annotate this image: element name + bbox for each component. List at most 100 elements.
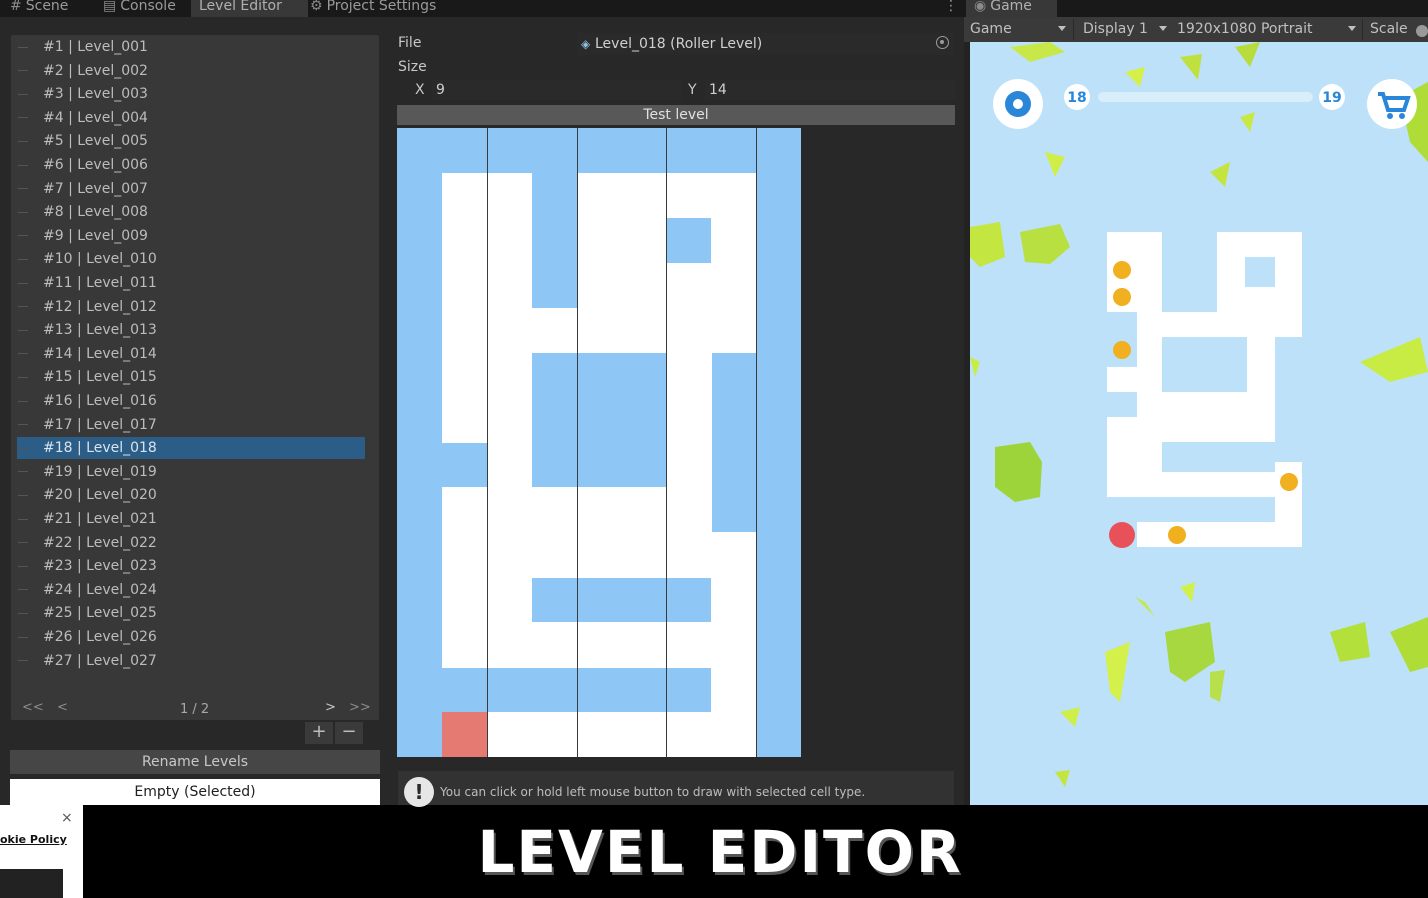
level-list-item[interactable]: #24 | Level_024 [17,579,365,601]
grid-cell-floor[interactable] [441,352,488,399]
grid-cell-floor[interactable] [486,712,533,758]
cookie-policy-link[interactable]: okie Policy [0,833,67,846]
grid-cell-floor[interactable] [486,577,533,623]
grid-cell-floor[interactable] [576,622,622,668]
grid-cell-floor[interactable] [486,352,533,399]
grid-cell-floor[interactable] [711,622,757,668]
level-list-item[interactable]: #5 | Level_005 [17,130,365,152]
grid-cell-start[interactable] [441,712,487,757]
level-list-item[interactable]: #15 | Level_015 [17,366,365,388]
level-list-item[interactable]: #3 | Level_003 [17,83,365,105]
level-list-item[interactable]: #18 | Level_018 [17,437,365,460]
grid-cell-floor[interactable] [486,262,533,309]
grid-cell-floor[interactable] [666,532,712,578]
level-grid[interactable] [397,128,801,758]
grid-cell-floor[interactable] [531,307,578,354]
level-list-item[interactable]: #17 | Level_017 [17,414,365,436]
grid-cell-floor[interactable] [666,487,712,533]
grid-cell-floor[interactable] [441,307,488,354]
grid-cell-floor[interactable] [576,217,622,264]
page-next-button[interactable]: > [325,700,336,715]
grid-cell-floor[interactable] [621,217,667,264]
shop-button[interactable] [1367,79,1417,129]
tab-menu-icon[interactable]: ⋮ [936,0,966,17]
resolution-dropdown[interactable]: 1920x1080 Portrait [1177,21,1312,37]
grid-cell-floor[interactable] [666,397,712,443]
tab-game[interactable]: ◉ Game [966,0,1057,17]
grid-cell-floor[interactable] [531,487,578,533]
grid-cell-floor[interactable] [531,622,578,668]
grid-cell-floor[interactable] [531,712,578,758]
grid-cell-floor[interactable] [441,622,488,668]
grid-cell-floor[interactable] [576,532,622,578]
grid-cell-floor[interactable] [576,262,622,309]
grid-cell-floor[interactable] [711,307,757,354]
grid-cell-floor[interactable] [576,712,622,758]
level-list-item[interactable]: #8 | Level_008 [17,201,365,223]
grid-cell-floor[interactable] [486,487,533,533]
rename-levels-button[interactable]: Rename Levels [10,750,380,774]
level-list-item[interactable]: #12 | Level_012 [17,296,365,318]
level-list-item[interactable]: #23 | Level_023 [17,555,365,577]
display-dropdown[interactable]: Display 1 [1083,21,1148,37]
grid-cell-floor[interactable] [486,307,533,354]
remove-level-button[interactable]: − [335,722,363,744]
level-list-item[interactable]: #16 | Level_016 [17,390,365,412]
level-list-item[interactable]: #26 | Level_026 [17,626,365,648]
tab-scene[interactable]: # Scene [2,0,76,17]
tab-project-settings[interactable]: ⚙ Project Settings [302,0,444,17]
grid-cell-floor[interactable] [621,622,667,668]
grid-cell-floor[interactable] [621,307,667,354]
game-mode-dropdown[interactable]: Game [970,21,1012,37]
level-list-item[interactable]: #9 | Level_009 [17,225,365,247]
grid-cell-floor[interactable] [576,487,622,533]
grid-cell-floor[interactable] [621,262,667,309]
grid-cell-floor[interactable] [441,262,488,309]
cell-type-empty-button[interactable]: Empty (Selected) [10,779,380,805]
level-list-item[interactable]: #11 | Level_011 [17,272,365,294]
grid-cell-floor[interactable] [666,712,712,758]
cookie-accept-button[interactable] [0,869,63,898]
level-list-item[interactable]: #7 | Level_007 [17,178,365,200]
grid-cell-floor[interactable] [486,622,533,668]
level-list-item[interactable]: #4 | Level_004 [17,107,365,129]
grid-cell-floor[interactable] [666,172,712,219]
level-list-item[interactable]: #22 | Level_022 [17,532,365,554]
grid-cell-floor[interactable] [441,172,488,219]
level-list-item[interactable]: #20 | Level_020 [17,484,365,506]
game-view[interactable]: 18 19 [970,42,1428,805]
grid-cell-floor[interactable] [666,622,712,668]
level-list-item[interactable]: #1 | Level_001 [17,36,365,58]
grid-cell-floor[interactable] [666,307,712,354]
level-list-item[interactable]: #19 | Level_019 [17,461,365,483]
grid-cell-floor[interactable] [711,532,757,578]
level-list-item[interactable]: #13 | Level_013 [17,319,365,341]
level-list-item[interactable]: #27 | Level_027 [17,650,365,672]
grid-cell-floor[interactable] [621,172,667,219]
grid-cell-floor[interactable] [621,712,667,758]
grid-cell-floor[interactable] [441,397,488,443]
scale-slider-knob[interactable] [1416,25,1428,37]
level-list-item[interactable]: #6 | Level_006 [17,154,365,176]
grid-cell-floor[interactable] [666,442,712,488]
page-last-button[interactable]: >> [349,700,371,715]
grid-cell-floor[interactable] [486,217,533,264]
grid-cell-floor[interactable] [711,577,757,623]
grid-cell-floor[interactable] [666,352,712,399]
level-list-item[interactable]: #10 | Level_010 [17,248,365,270]
grid-cell-floor[interactable] [576,172,622,219]
close-icon[interactable]: × [61,810,73,826]
add-level-button[interactable]: + [305,722,333,744]
grid-cell-floor[interactable] [576,307,622,354]
grid-cell-floor[interactable] [441,487,488,533]
grid-cell-floor[interactable] [486,442,533,488]
level-list-item[interactable]: #2 | Level_002 [17,60,365,82]
file-field[interactable]: ◈ Level_018 (Roller Level) [577,33,953,55]
grid-cell-floor[interactable] [486,532,533,578]
tab-level-editor[interactable]: Level Editor [191,0,308,17]
grid-cell-floor[interactable] [486,172,533,219]
grid-cell-floor[interactable] [711,667,757,713]
grid-cell-floor[interactable] [531,532,578,578]
grid-cell-floor[interactable] [711,172,757,219]
grid-cell-floor[interactable] [441,532,488,578]
